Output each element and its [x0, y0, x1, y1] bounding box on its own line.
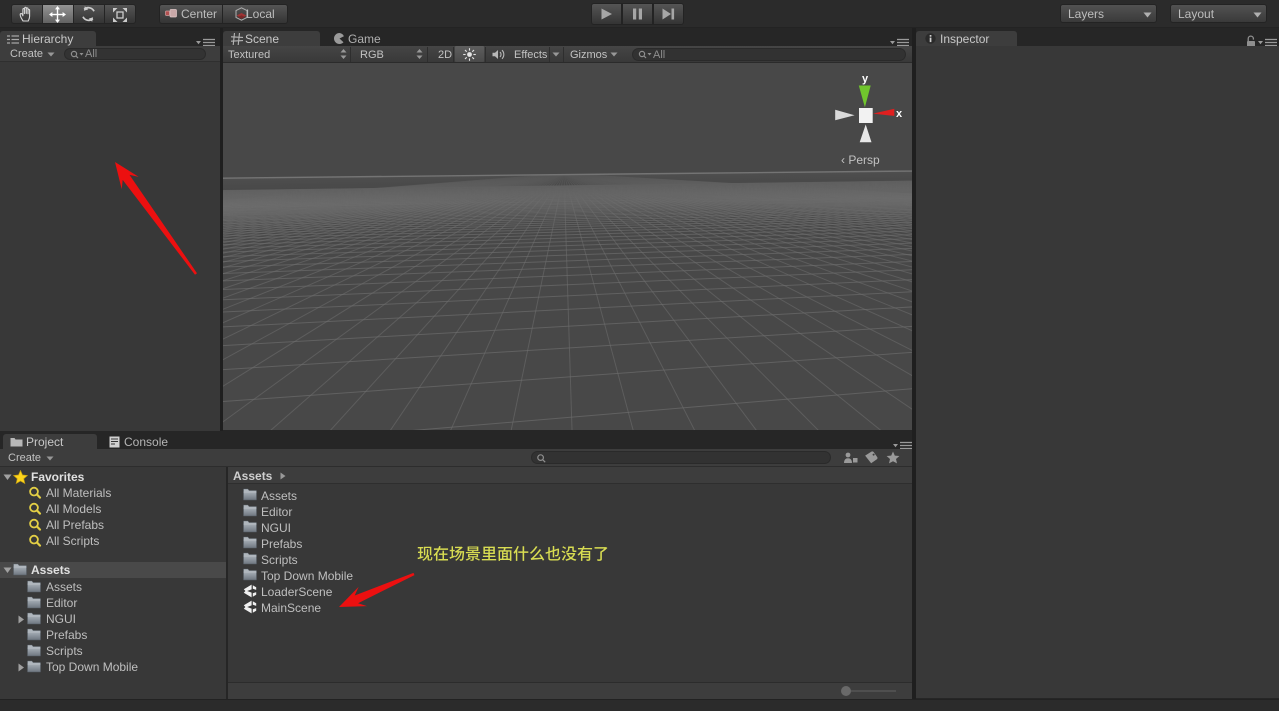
- svg-text:x: x: [896, 108, 903, 120]
- svg-text:y: y: [862, 73, 869, 85]
